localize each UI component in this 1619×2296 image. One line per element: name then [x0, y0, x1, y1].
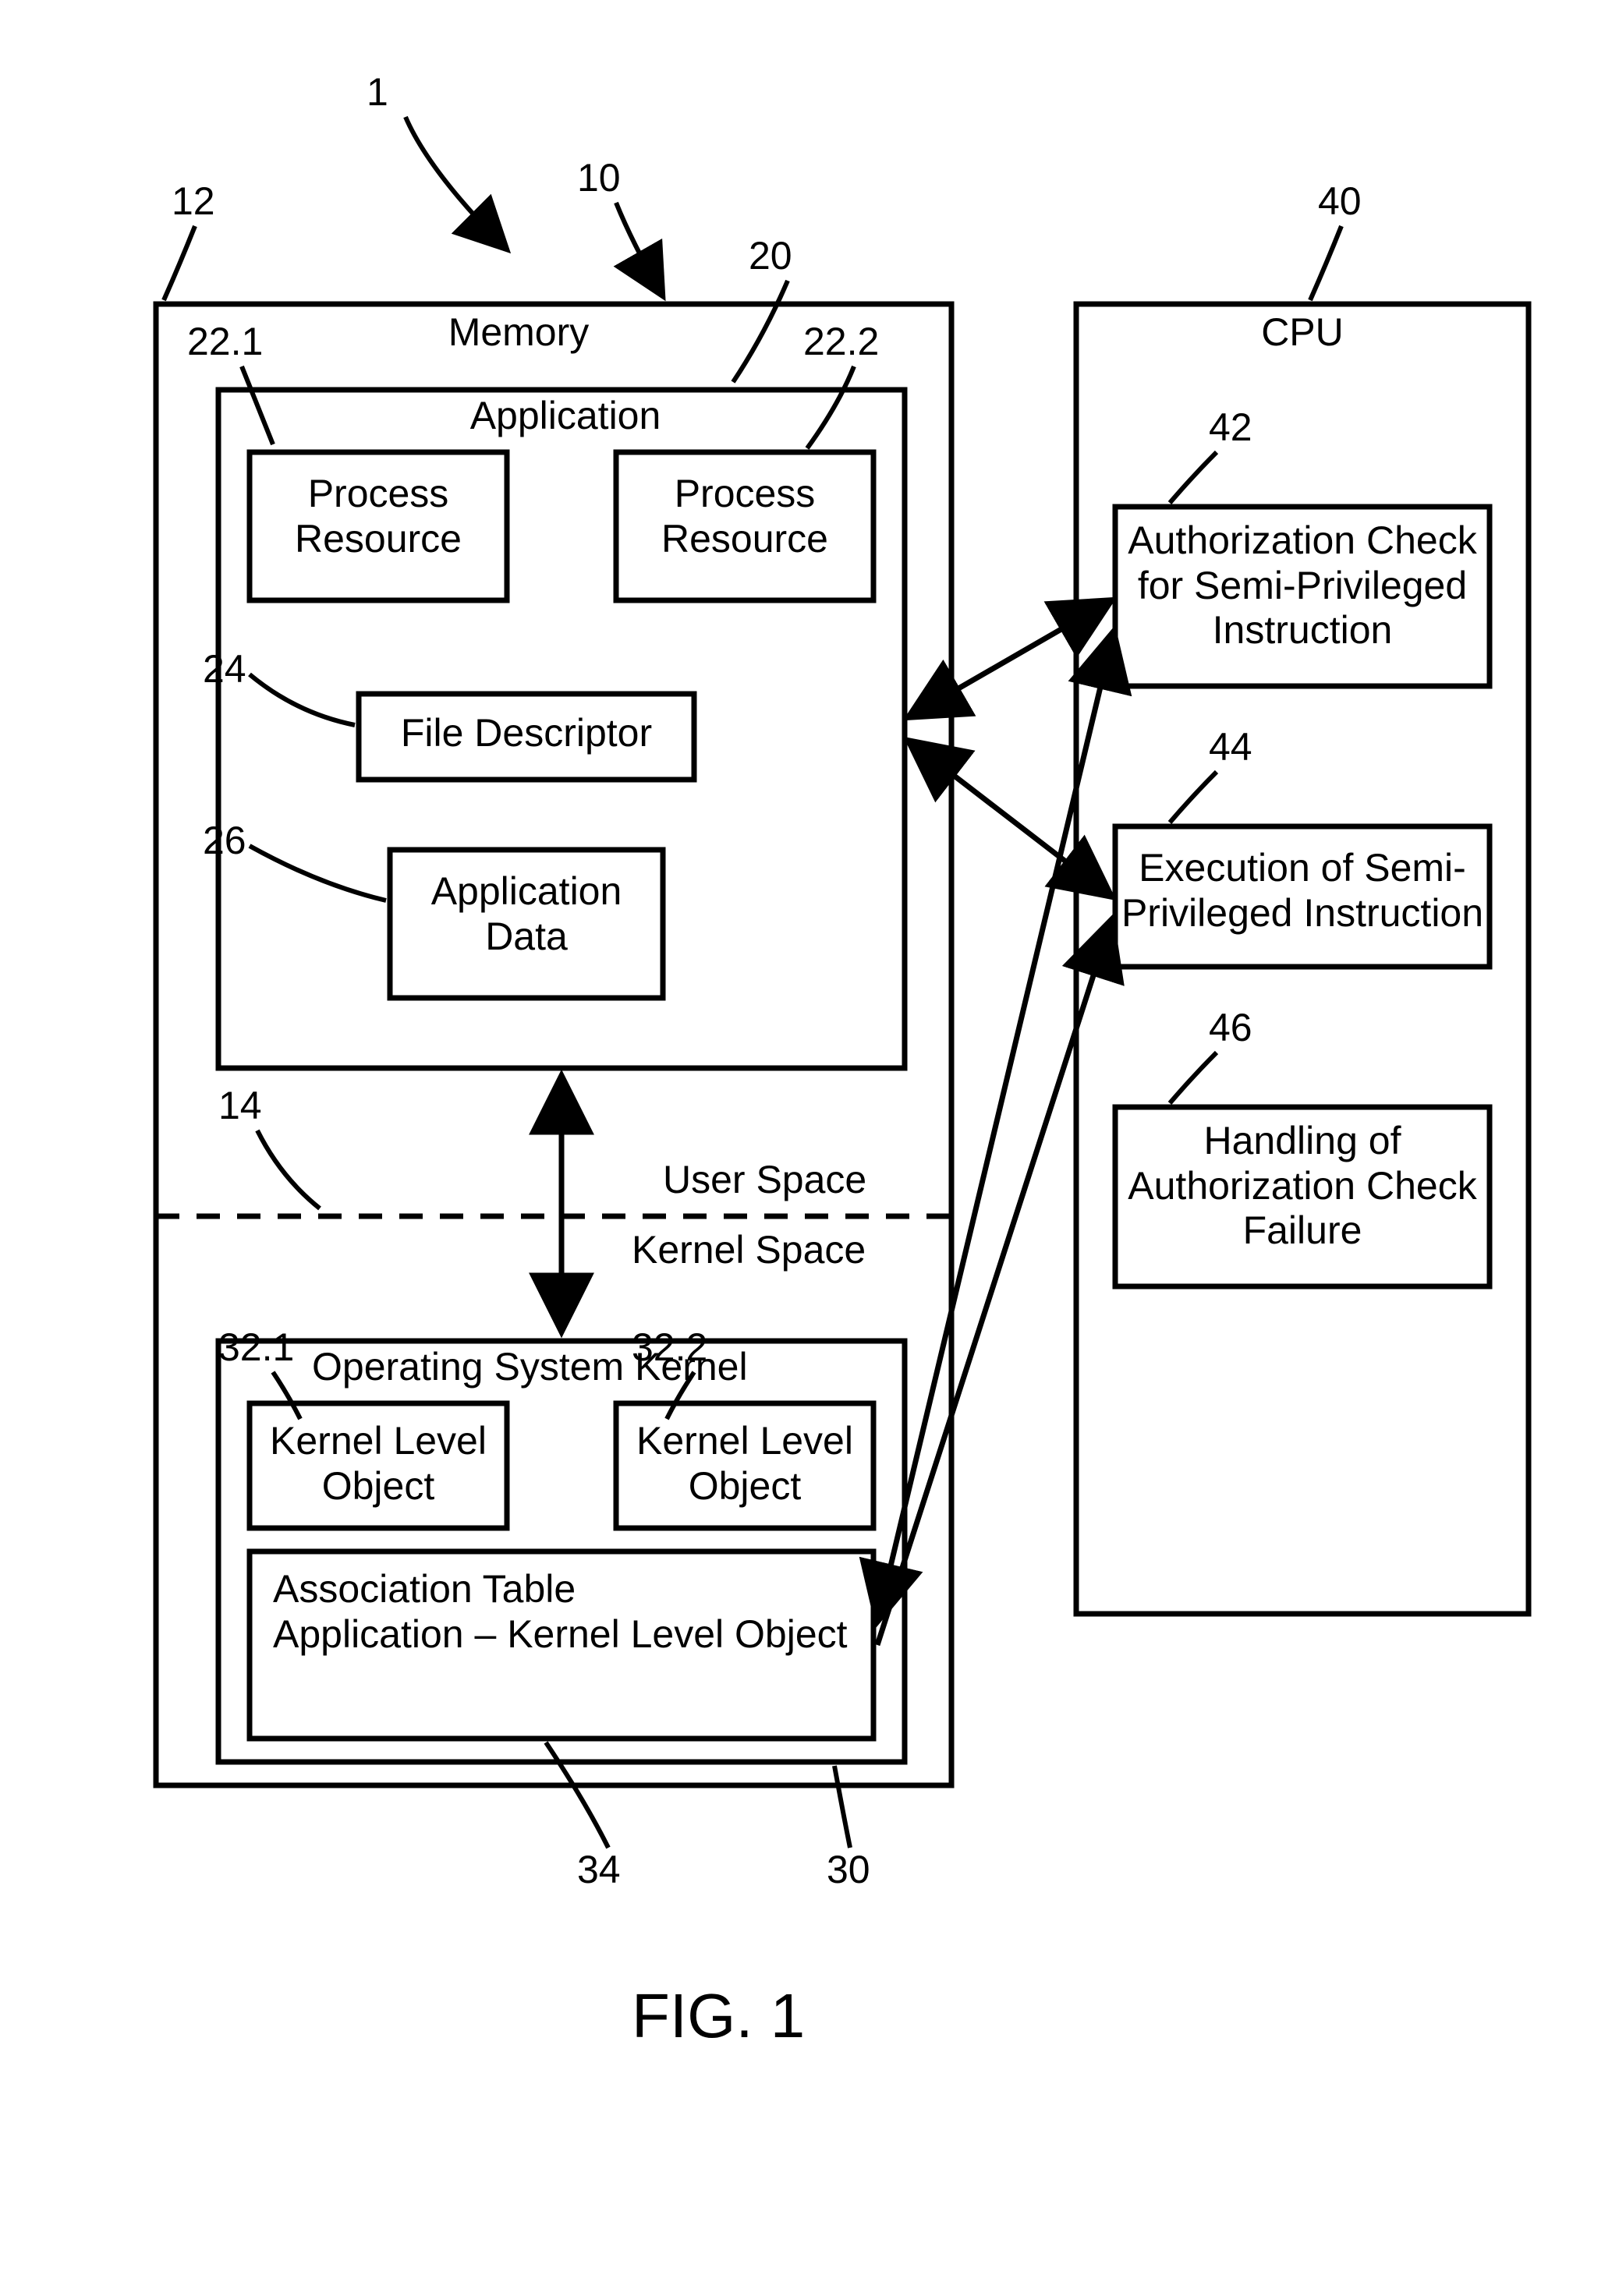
label-file-descriptor: File Descriptor: [359, 711, 694, 756]
label-kernel-space: Kernel Space: [632, 1228, 866, 1273]
ref-32-1: 32.1: [218, 1325, 294, 1371]
label-auth-check: Authorization Check for Semi-Privileged …: [1115, 518, 1490, 653]
label-memory: Memory: [425, 310, 612, 356]
ref-24: 24: [203, 647, 246, 692]
label-proc-res-1: Process Resource: [250, 472, 507, 561]
ref-30: 30: [827, 1848, 870, 1893]
label-assoc-table: Association Table Application – Kernel L…: [273, 1567, 850, 1657]
ref-22-2: 22.2: [803, 320, 879, 365]
ref-14: 14: [218, 1084, 262, 1129]
ref-10: 10: [577, 156, 621, 201]
label-exec-semi: Execution of Semi- Privileged Instructio…: [1115, 846, 1490, 936]
label-user-space: User Space: [663, 1158, 866, 1203]
ref-34: 34: [577, 1848, 621, 1893]
label-handle-fail: Handling of Authorization Check Failure: [1115, 1119, 1490, 1254]
ref-26: 26: [203, 819, 246, 864]
label-proc-res-2: Process Resource: [616, 472, 873, 561]
ref-22-1: 22.1: [187, 320, 263, 365]
ref-44: 44: [1209, 725, 1252, 770]
label-klo-1: Kernel Level Object: [250, 1419, 507, 1509]
ref-1: 1: [367, 70, 388, 115]
label-klo-2: Kernel Level Object: [616, 1419, 873, 1509]
ref-46: 46: [1209, 1006, 1252, 1051]
label-application: Application: [448, 394, 682, 439]
figure-title: FIG. 1: [632, 1980, 805, 2052]
label-cpu: CPU: [1248, 310, 1357, 356]
ref-12: 12: [172, 179, 215, 225]
ref-20: 20: [749, 234, 792, 279]
label-app-data: Application Data: [390, 869, 663, 959]
ref-42: 42: [1209, 405, 1252, 451]
ref-40: 40: [1318, 179, 1362, 225]
label-os-kernel: Operating System Kernel: [312, 1345, 748, 1390]
